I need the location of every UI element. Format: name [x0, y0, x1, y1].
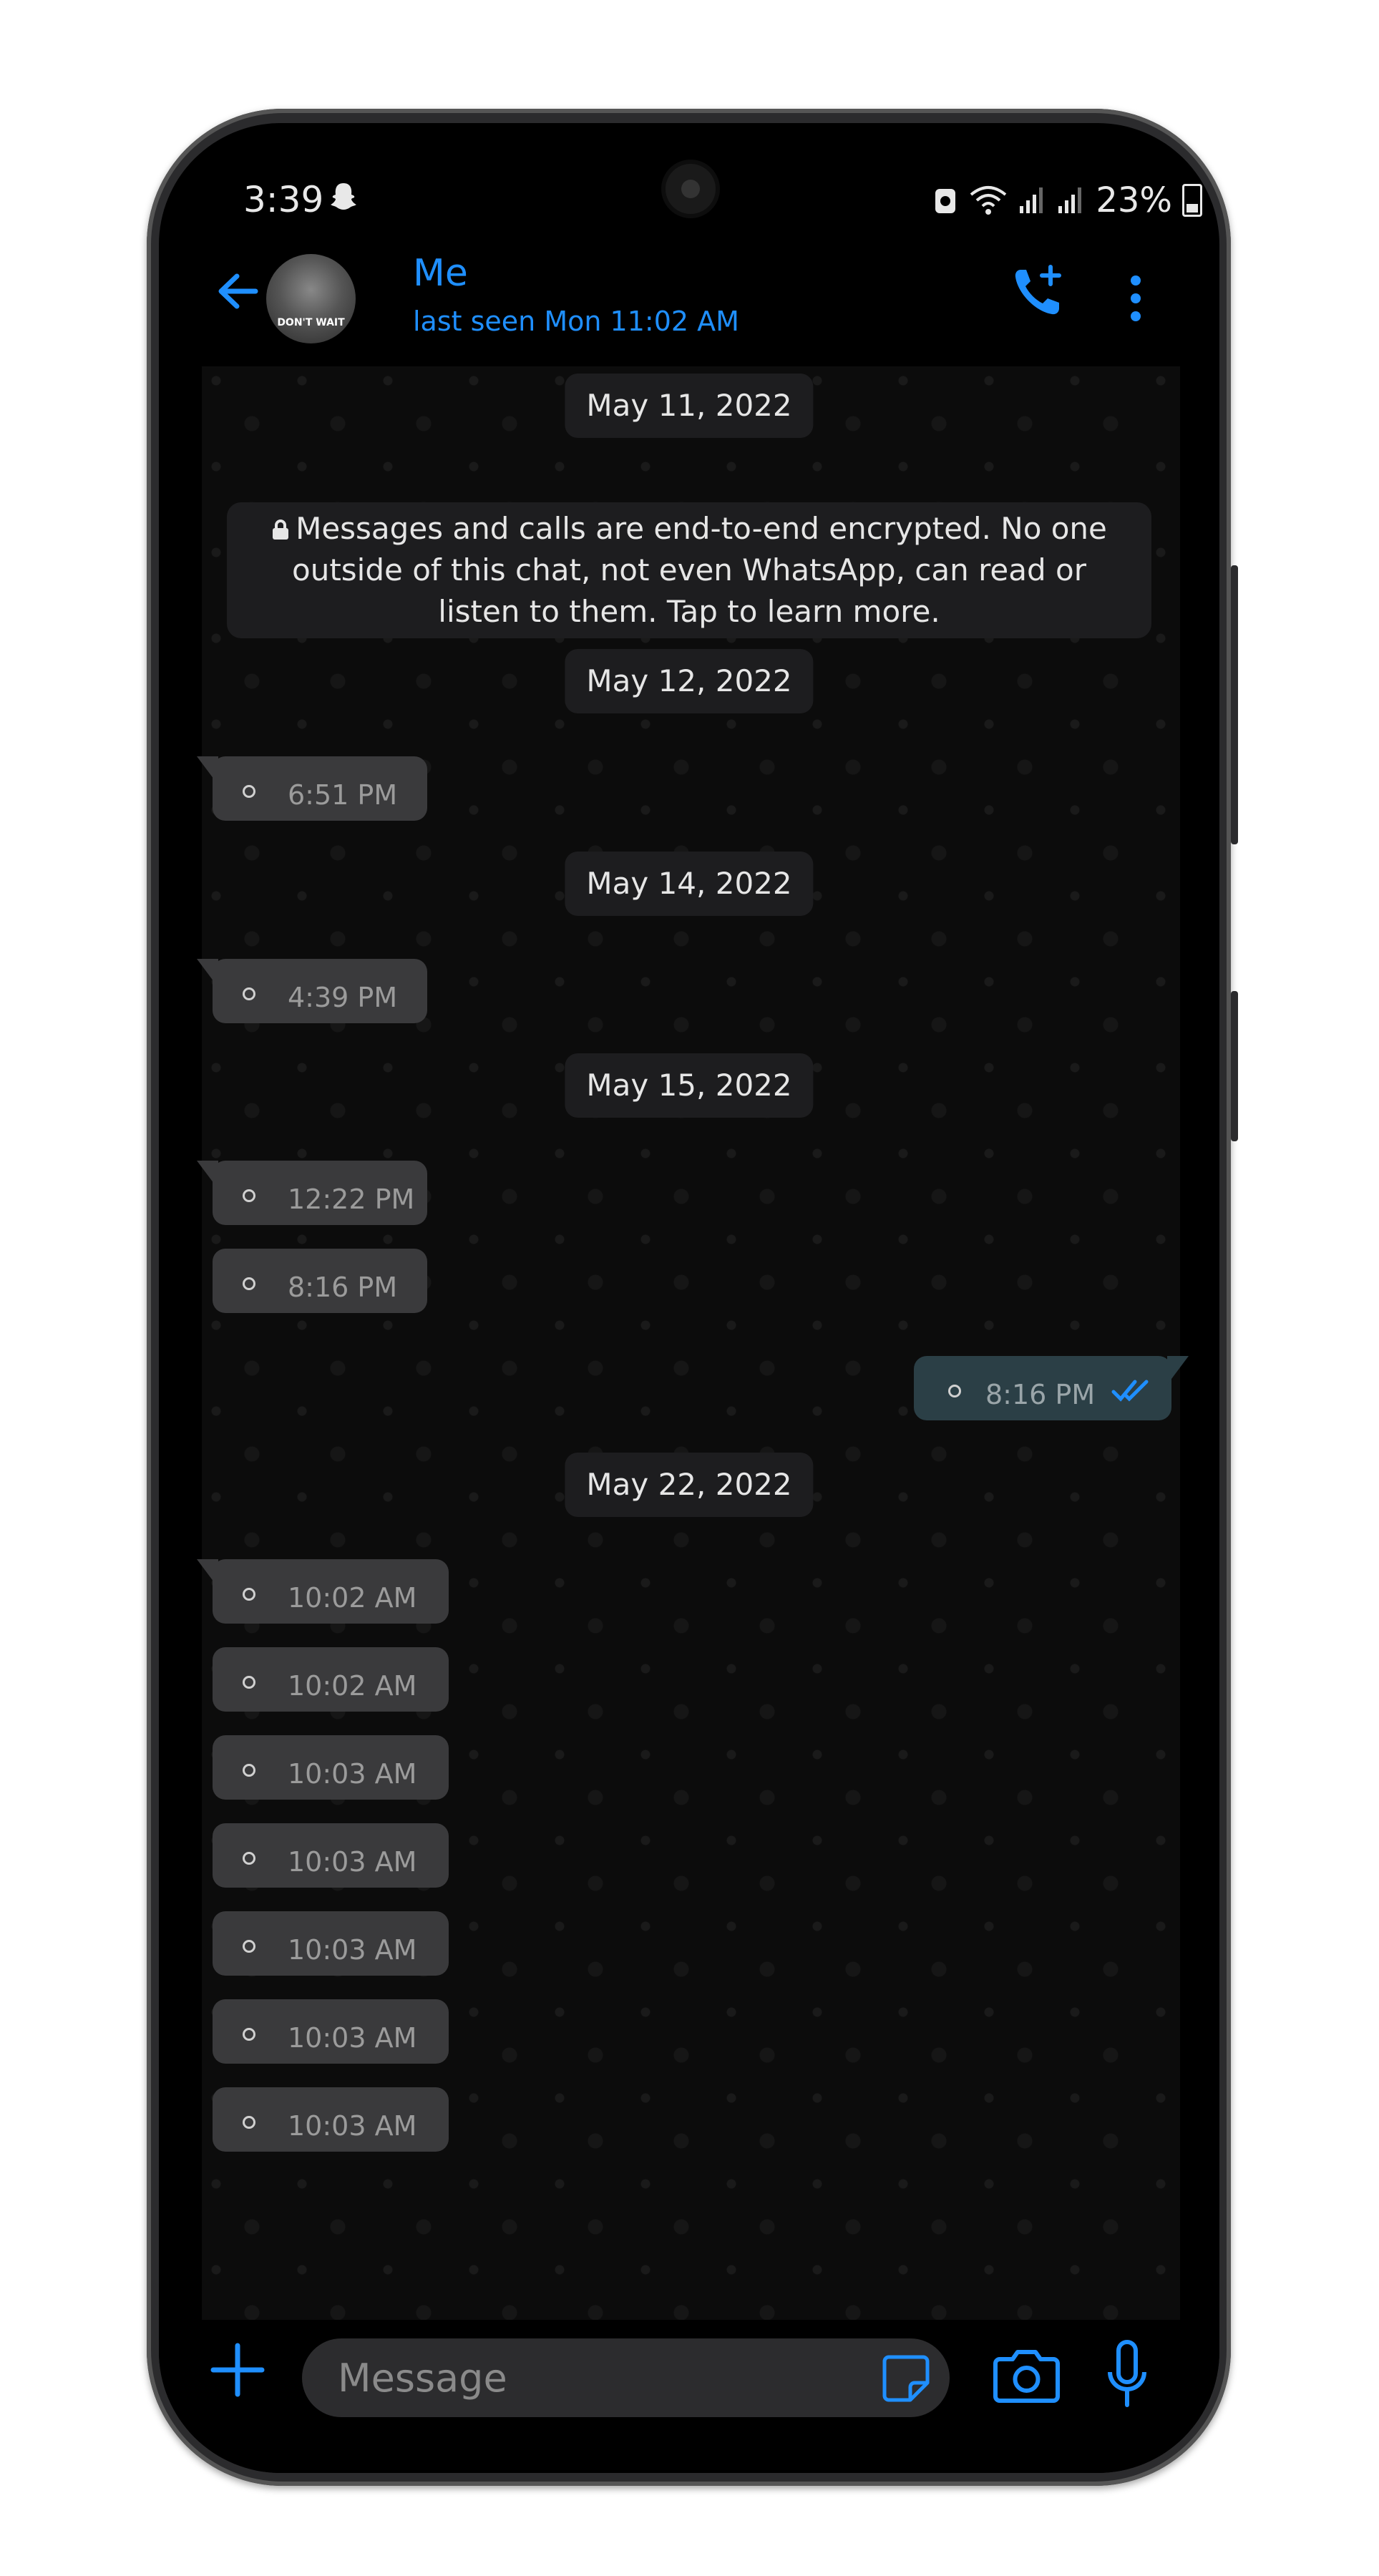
message-time: 10:03 AM [288, 2110, 417, 2142]
signal-icon [1020, 187, 1043, 213]
phone-screen: 3:39 23% DON'T WAIT Me last seen Mon 11:… [159, 123, 1219, 2473]
camera-icon[interactable] [993, 2346, 1061, 2404]
encryption-line-2: outside of this chat, not even WhatsApp,… [292, 552, 1086, 587]
message-input[interactable]: Message [302, 2338, 950, 2417]
microphone-icon[interactable] [1106, 2339, 1149, 2409]
message-bubble-incoming[interactable]: 10:02 AM [197, 1559, 449, 1624]
contact-name[interactable]: Me [413, 252, 468, 295]
message-bubble-incoming[interactable]: 10:03 AM [213, 1999, 449, 2064]
avatar-text: DON'T WAIT [277, 317, 345, 328]
message-time: 10:03 AM [288, 1846, 417, 1878]
encryption-notice[interactable]: Messages and calls are end-to-end encryp… [227, 502, 1151, 638]
alarm-icon [935, 189, 956, 213]
message-bubble-incoming[interactable]: 10:03 AM [213, 1823, 449, 1888]
message-time: 6:51 PM [288, 779, 398, 811]
message-dot [243, 987, 255, 1000]
message-time: 10:03 AM [288, 1758, 417, 1790]
message-dot [243, 785, 255, 798]
message-dot [243, 1852, 255, 1865]
last-seen-status: last seen Mon 11:02 AM [413, 306, 739, 337]
message-bubble-incoming[interactable]: 8:16 PM [213, 1249, 427, 1313]
battery-percent: 23% [1096, 180, 1172, 220]
date-divider: May 14, 2022 [565, 852, 814, 916]
volume-button [1231, 565, 1238, 844]
message-dot [243, 1676, 255, 1689]
message-time: 10:03 AM [288, 2022, 417, 2054]
status-time: 3:39 [243, 179, 324, 220]
message-bubble-incoming[interactable]: 12:22 PM [197, 1161, 427, 1225]
add-call-icon[interactable] [1010, 263, 1068, 320]
back-arrow-icon[interactable] [213, 266, 263, 316]
avatar[interactable]: DON'T WAIT [266, 254, 356, 343]
date-divider: May 15, 2022 [565, 1053, 814, 1118]
sticker-icon[interactable] [882, 2354, 930, 2403]
message-bubble-outgoing[interactable]: 8:16 PM [914, 1356, 1189, 1420]
date-divider: May 11, 2022 [565, 374, 814, 438]
message-bubble-incoming[interactable]: 10:02 AM [213, 1647, 449, 1712]
message-dot [243, 1764, 255, 1777]
double-check-icon [1111, 1380, 1149, 1402]
message-dot [948, 1385, 961, 1397]
message-placeholder: Message [338, 2356, 507, 2401]
date-divider: May 12, 2022 [565, 649, 814, 713]
message-dot [243, 1189, 255, 1202]
power-button [1231, 991, 1238, 1141]
message-time: 8:16 PM [985, 1379, 1096, 1410]
status-bar: 3:39 23% [159, 123, 1219, 259]
message-time: 10:03 AM [288, 1934, 417, 1966]
status-icons: 23% [932, 180, 1202, 220]
message-bubble-incoming[interactable]: 6:51 PM [197, 756, 427, 821]
message-time: 8:16 PM [288, 1272, 398, 1303]
front-camera [666, 164, 716, 214]
message-time: 10:02 AM [288, 1670, 417, 1702]
attach-plus-icon[interactable] [209, 2341, 266, 2399]
message-time: 4:39 PM [288, 982, 398, 1013]
message-dot [243, 1940, 255, 1953]
message-time: 10:02 AM [288, 1582, 417, 1614]
signal-icon-2 [1058, 187, 1082, 213]
message-dot [243, 1588, 255, 1601]
message-dot [243, 2116, 255, 2129]
battery-icon [1182, 184, 1202, 217]
message-bubble-incoming[interactable]: 10:03 AM [213, 1735, 449, 1800]
encryption-line-3: listen to them. Tap to learn more. [438, 594, 940, 629]
wifi-icon [970, 186, 1007, 215]
message-bubble-incoming[interactable]: 10:03 AM [213, 2087, 449, 2152]
message-dot [243, 2028, 255, 2041]
message-time: 12:22 PM [288, 1184, 415, 1215]
date-divider: May 22, 2022 [565, 1453, 814, 1517]
message-dot [243, 1277, 255, 1290]
message-bubble-incoming[interactable]: 4:39 PM [197, 959, 427, 1023]
message-bubble-incoming[interactable]: 10:03 AM [213, 1911, 449, 1976]
encryption-line-1: Messages and calls are end-to-end encryp… [296, 511, 1107, 546]
lock-icon [273, 519, 289, 540]
snapchat-icon [329, 180, 358, 220]
more-options-icon[interactable] [1129, 273, 1143, 323]
